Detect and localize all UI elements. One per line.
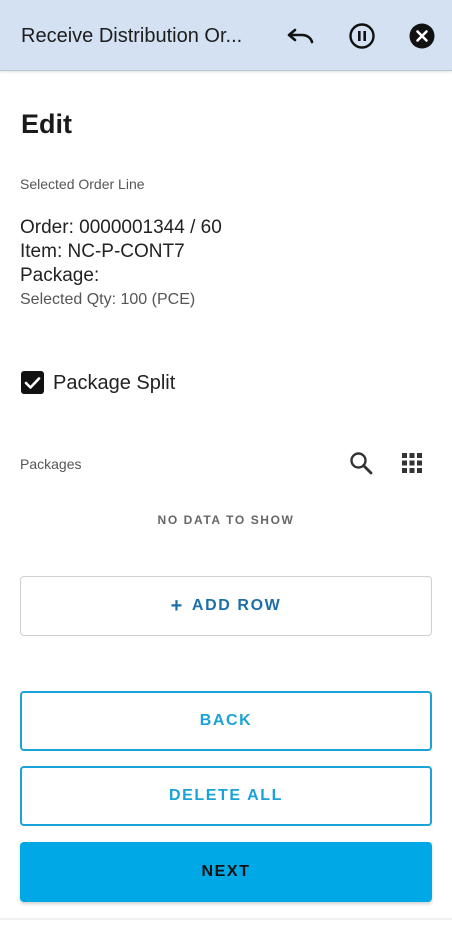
delete-all-label: DELETE ALL xyxy=(168,787,284,804)
pause-icon[interactable] xyxy=(346,20,378,52)
back-label: BACK xyxy=(199,712,253,729)
add-row-label: ADD ROW xyxy=(191,597,282,614)
item-code: Item: NC-P-CONT7 xyxy=(20,241,185,262)
page-title: Edit xyxy=(21,109,72,139)
bottom-divider xyxy=(0,918,452,920)
back-button[interactable]: BACK xyxy=(20,691,432,751)
selected-order-line-label: Selected Order Line xyxy=(20,176,145,192)
header-title: Receive Distribution Or... xyxy=(21,25,243,47)
selected-quantity: Selected Qty: 100 (PCE) xyxy=(20,291,196,308)
add-row-button[interactable]: + ADD ROW xyxy=(20,576,432,636)
package-split-checkbox[interactable] xyxy=(21,371,44,394)
app-header: Receive Distribution Or... xyxy=(0,0,452,71)
order-number: Order: 0000001344 / 60 xyxy=(20,217,222,238)
close-icon[interactable] xyxy=(406,20,438,52)
delete-all-button[interactable]: DELETE ALL xyxy=(20,766,432,826)
package-value: Package: xyxy=(20,265,100,286)
plus-icon: + xyxy=(170,595,184,617)
undo-icon[interactable] xyxy=(285,20,317,52)
next-button[interactable]: NEXT xyxy=(20,842,432,902)
checkmark-icon xyxy=(24,376,41,389)
next-label: NEXT xyxy=(201,863,251,880)
packages-label: Packages xyxy=(20,456,82,472)
empty-state-text: NO DATA TO SHOW xyxy=(157,513,295,527)
search-icon[interactable] xyxy=(345,447,377,479)
package-split-label[interactable]: Package Split xyxy=(53,371,175,395)
grid-icon[interactable] xyxy=(396,447,428,479)
